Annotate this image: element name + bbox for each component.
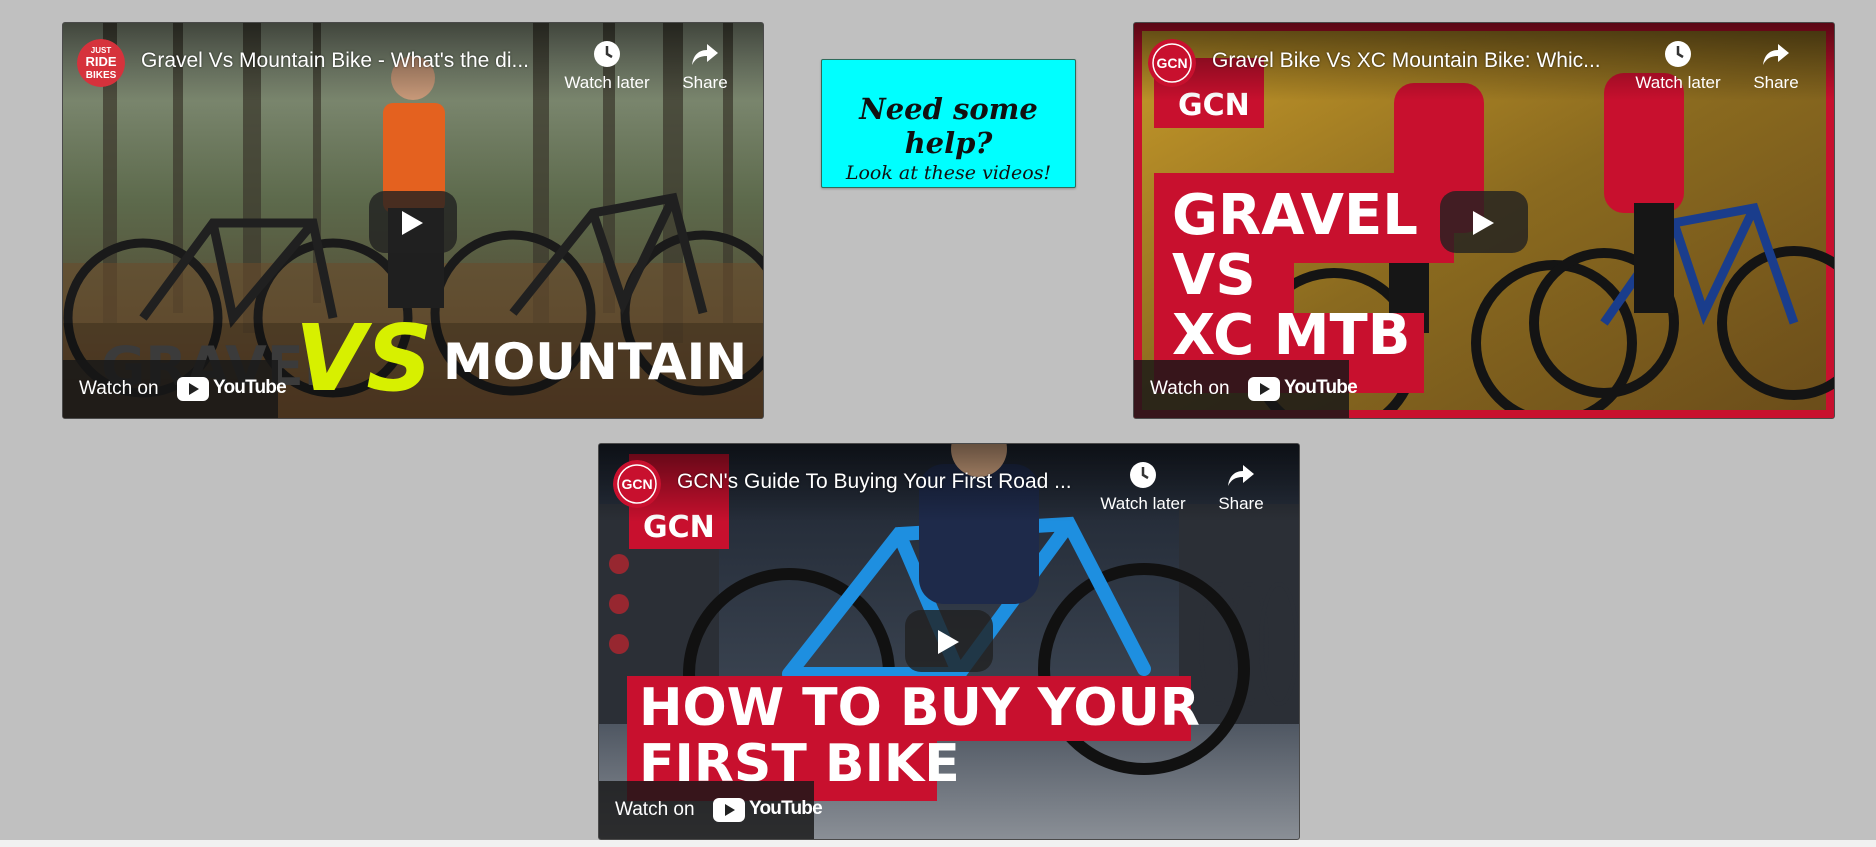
- thumbnail-text-vs: VS: [1172, 243, 1256, 308]
- thumbnail-text-xc-mtb: XC MTB: [1172, 303, 1411, 368]
- youtube-wordmark: YouTube: [749, 798, 823, 819]
- play-button[interactable]: [905, 610, 993, 672]
- help-title: Need some help?: [859, 92, 1038, 160]
- thumbnail-text-how-to-buy: HOW TO BUY YOUR: [639, 678, 1200, 738]
- share-button[interactable]: Share: [657, 39, 753, 93]
- watch-on-label: Watch on: [1150, 378, 1230, 399]
- play-button[interactable]: [1440, 191, 1528, 253]
- svg-text:BIKES: BIKES: [86, 70, 117, 81]
- watch-on-label: Watch on: [615, 799, 695, 820]
- watch-on-youtube-button[interactable]: Watch on YouTube: [63, 360, 287, 418]
- svg-text:GCN: GCN: [1156, 55, 1187, 71]
- channel-avatar-gcn[interactable]: GCN: [613, 460, 661, 508]
- video-title[interactable]: Gravel Bike Vs XC Mountain Bike: Whic...: [1212, 49, 1642, 73]
- svg-text:RIDE: RIDE: [85, 54, 116, 69]
- share-arrow-icon: [657, 39, 753, 73]
- watch-on-youtube-button[interactable]: Watch on YouTube: [599, 781, 823, 839]
- watch-later-label: Watch later: [564, 73, 650, 92]
- youtube-logo-icon: [713, 798, 745, 828]
- share-button[interactable]: Share: [1193, 460, 1289, 514]
- help-subtitle: Look at these videos!: [845, 162, 1052, 184]
- share-button[interactable]: Share: [1728, 39, 1824, 93]
- share-label: Share: [1753, 73, 1799, 92]
- play-icon: [938, 630, 959, 654]
- share-arrow-icon: [1193, 460, 1289, 494]
- help-callout-box: Need some help? Look at these videos!: [821, 59, 1076, 188]
- svg-text:GCN: GCN: [621, 476, 652, 492]
- play-icon: [402, 211, 423, 235]
- watch-later-label: Watch later: [1635, 73, 1721, 92]
- page-footer-strip: [0, 840, 1876, 847]
- video-title[interactable]: Gravel Vs Mountain Bike - What's the di.…: [141, 49, 571, 73]
- youtube-logo-icon: [177, 377, 209, 407]
- clock-icon: [559, 39, 655, 73]
- watch-later-button[interactable]: Watch later: [1095, 460, 1191, 514]
- thumbnail-text-mountain: MOUNTAIN: [443, 333, 748, 391]
- share-arrow-icon: [1728, 39, 1824, 73]
- share-label: Share: [1218, 494, 1264, 513]
- video-embed-first-road-bike[interactable]: GCN HOW TO BUY YOUR FIRST BIKE GCN GCN's…: [598, 443, 1300, 840]
- just-ride-bikes-logo-icon: JUST RIDE BIKES: [77, 39, 125, 87]
- clock-icon: [1095, 460, 1191, 494]
- play-icon: [1473, 211, 1494, 235]
- gcn-logo-icon: GCN: [1148, 39, 1196, 87]
- play-button[interactable]: [369, 191, 457, 253]
- watch-on-youtube-button[interactable]: Watch on YouTube: [1134, 360, 1358, 418]
- video-embed-gravel-vs-mountain[interactable]: GRAVEL VS MOUNTAIN JUST RIDE BIKES Grave…: [62, 22, 764, 419]
- watch-later-button[interactable]: Watch later: [559, 39, 655, 93]
- youtube-wordmark: YouTube: [213, 377, 287, 398]
- video-embed-gravel-vs-xc-mtb[interactable]: GCN GRAVEL VS XC MTB GCN Gravel Bike Vs …: [1133, 22, 1835, 419]
- thumbnail-text-gravel: GRAVEL: [1172, 183, 1418, 248]
- watch-later-label: Watch later: [1100, 494, 1186, 513]
- channel-avatar-just-ride-bikes[interactable]: JUST RIDE BIKES: [77, 39, 125, 87]
- share-label: Share: [682, 73, 728, 92]
- clock-icon: [1630, 39, 1726, 73]
- watch-on-label: Watch on: [79, 378, 159, 399]
- video-title[interactable]: GCN's Guide To Buying Your First Road ..…: [677, 470, 1107, 494]
- youtube-logo-icon: [1248, 377, 1280, 407]
- watch-later-button[interactable]: Watch later: [1630, 39, 1726, 93]
- thumbnail-text-vs: VS: [295, 305, 433, 412]
- gcn-logo-icon: GCN: [613, 460, 661, 508]
- youtube-wordmark: YouTube: [1284, 377, 1358, 398]
- channel-avatar-gcn[interactable]: GCN: [1148, 39, 1196, 87]
